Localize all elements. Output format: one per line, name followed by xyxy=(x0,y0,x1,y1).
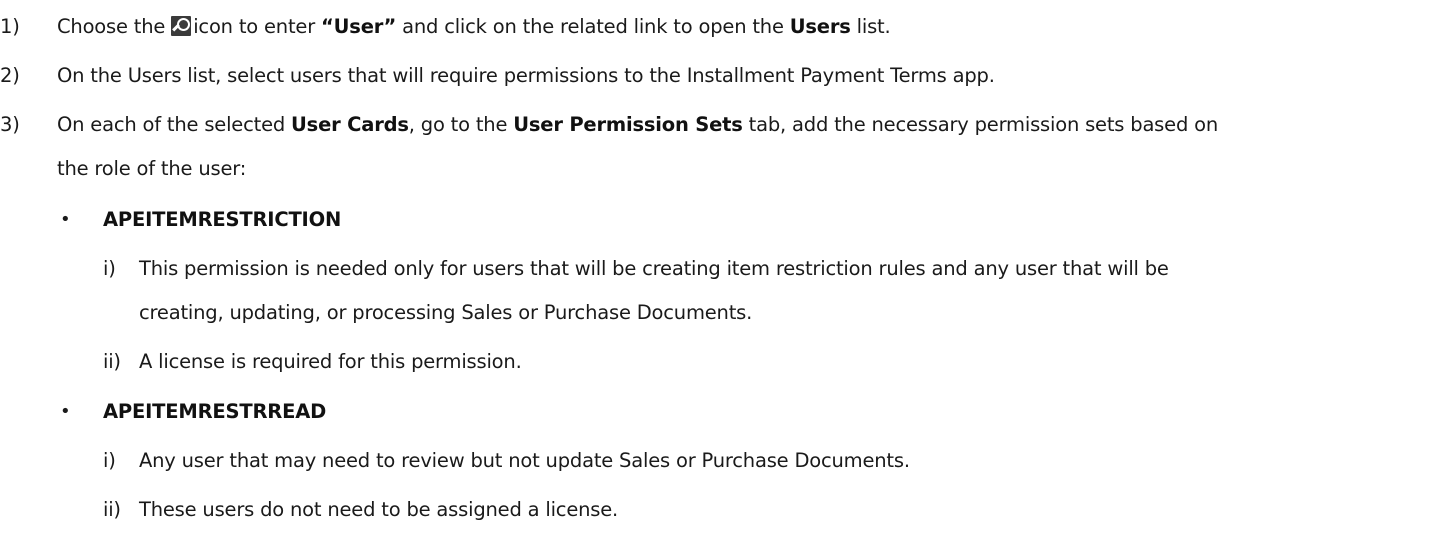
sub-item-marker: i) xyxy=(103,449,116,472)
permission-name: APEITEMRESTRICTION xyxy=(103,208,342,231)
sub-item-text: This permission is needed only for users… xyxy=(139,257,1169,280)
permission-name: APEITEMRESTRREAD xyxy=(103,400,327,423)
text-run: , go to the xyxy=(408,113,508,136)
text-run: icon to enter xyxy=(193,15,316,38)
step-text: On the Users list, select users that wil… xyxy=(57,64,995,87)
step-number: 1) xyxy=(0,15,20,38)
sub-item-text: These users do not need to be assigned a… xyxy=(139,498,619,521)
sub-item-marker: ii) xyxy=(103,498,121,521)
text-run: Choose the xyxy=(57,15,166,38)
sub-item-text-continuation: creating, updating, or processing Sales … xyxy=(139,301,753,324)
step-text: On each of the selected User Cards, go t… xyxy=(57,113,1218,137)
step-number: 3) xyxy=(0,113,20,136)
step-number: 2) xyxy=(0,64,20,87)
bold-term: Users xyxy=(789,15,851,38)
bullet: • xyxy=(60,209,71,230)
bold-term: User Permission Sets xyxy=(513,113,743,136)
bold-term: “User” xyxy=(321,15,397,38)
bold-term: User Cards xyxy=(291,113,409,136)
text-run: list. xyxy=(856,15,891,38)
sub-item-text: A license is required for this permissio… xyxy=(139,350,522,373)
step-text: Choose the icon to enter “User” and clic… xyxy=(57,15,891,39)
sub-item-marker: ii) xyxy=(103,350,121,373)
bullet: • xyxy=(60,401,71,422)
step-3-continuation: the role of the user: xyxy=(57,157,247,180)
sub-item-text: Any user that may need to review but not… xyxy=(139,449,910,472)
text-run: tab, add the necessary permission sets b… xyxy=(748,113,1219,136)
text-run: and click on the related link to open th… xyxy=(402,15,784,38)
sub-item-marker: i) xyxy=(103,257,116,280)
search-icon xyxy=(171,16,192,36)
text-run: On each of the selected xyxy=(57,113,286,136)
document-page: 1) Choose the icon to enter “User” and c… xyxy=(0,0,1455,560)
